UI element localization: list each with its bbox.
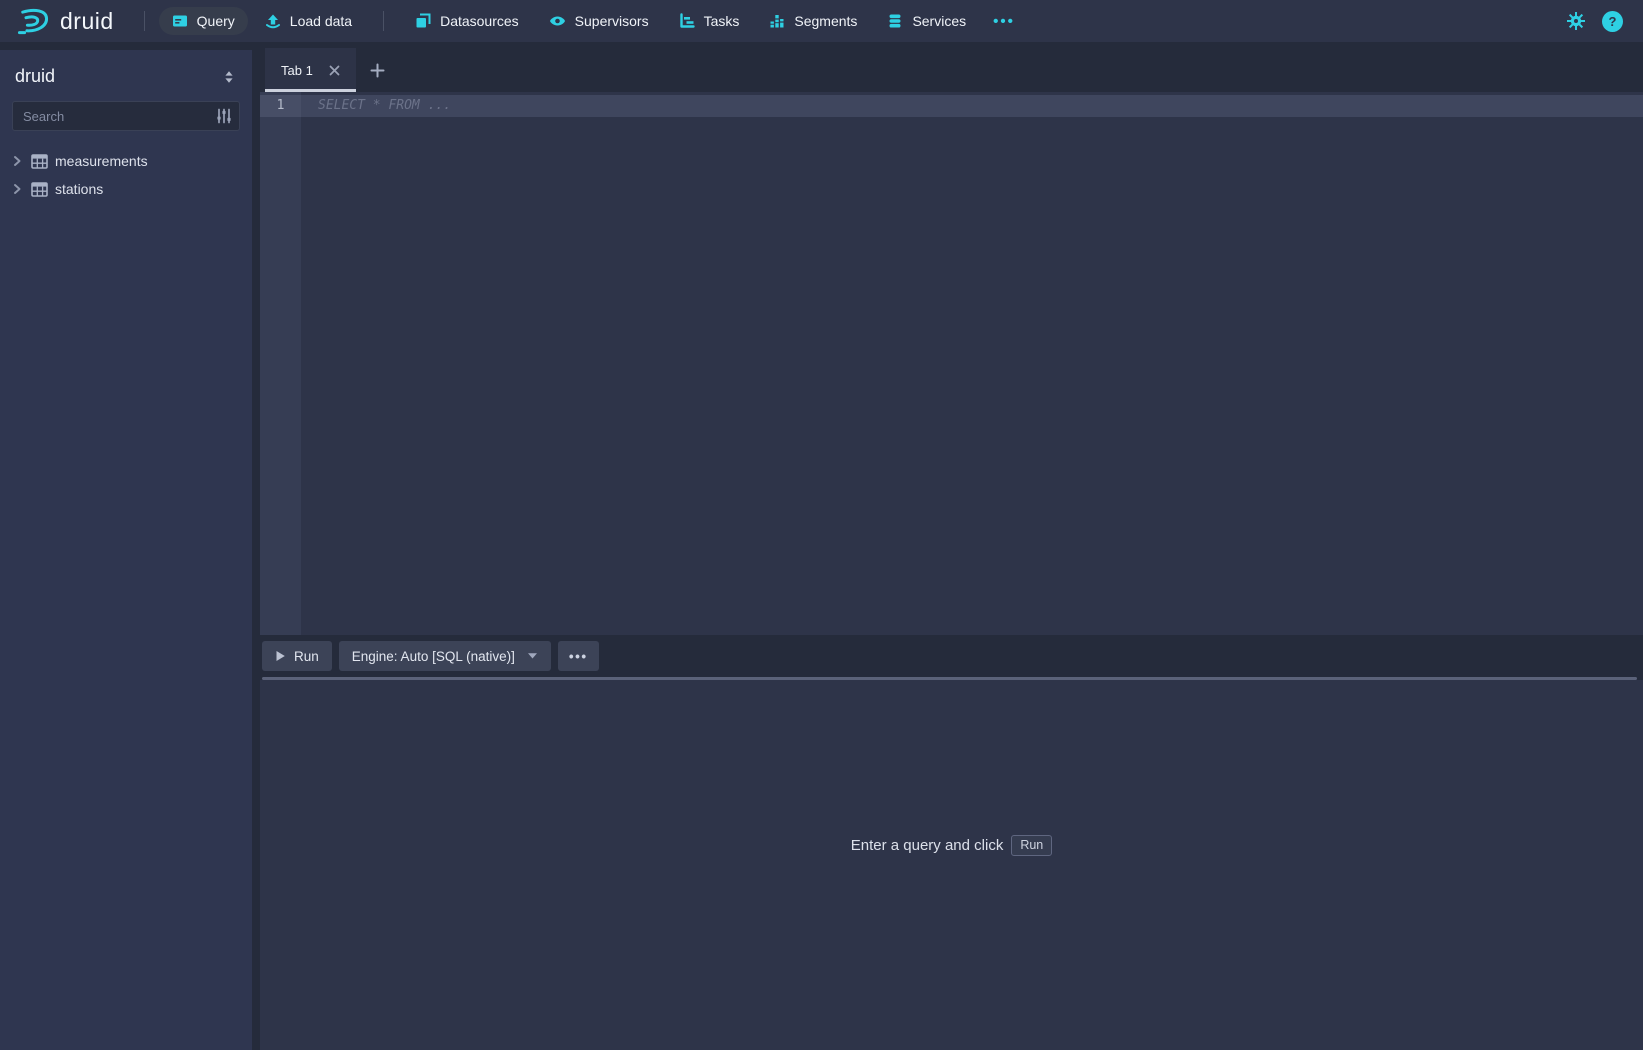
nav-item-segments[interactable]: Segments bbox=[756, 7, 870, 35]
double-caret-icon bbox=[222, 69, 236, 85]
chevron-right-icon[interactable] bbox=[10, 154, 24, 168]
gantt-chart-icon bbox=[679, 13, 695, 29]
nav-label: Query bbox=[197, 13, 235, 29]
active-line-highlight bbox=[301, 95, 1643, 117]
nav-item-load-data[interactable]: Load data bbox=[252, 7, 365, 35]
nav-item-datasources[interactable]: Datasources bbox=[402, 7, 532, 35]
top-navigation-bar: druid Query bbox=[0, 0, 1643, 42]
plus-icon bbox=[370, 63, 385, 78]
settings-button[interactable] bbox=[1558, 7, 1594, 35]
schema-selector[interactable]: druid bbox=[0, 50, 252, 99]
nav-item-services[interactable]: Services bbox=[874, 7, 979, 35]
editor-placeholder: SELECT * FROM ... bbox=[318, 95, 451, 117]
nav-item-query[interactable]: Query bbox=[159, 7, 248, 35]
database-icon bbox=[887, 13, 903, 29]
topbar-divider bbox=[383, 11, 384, 31]
nav-label: Segments bbox=[794, 13, 857, 29]
table-icon bbox=[31, 182, 48, 197]
nav-item-supervisors[interactable]: Supervisors bbox=[536, 7, 662, 35]
run-hint-badge: Run bbox=[1011, 835, 1052, 856]
engine-select-button[interactable]: Engine: Auto [SQL (native)] bbox=[339, 641, 551, 671]
play-icon bbox=[275, 650, 286, 662]
run-toolbar: Run Engine: Auto [SQL (native)] ••• bbox=[260, 635, 1643, 677]
chevron-right-icon[interactable] bbox=[10, 182, 24, 196]
stacked-bar-chart-icon bbox=[769, 13, 785, 29]
nav-label: Supervisors bbox=[575, 13, 649, 29]
stacked-windows-icon bbox=[415, 13, 431, 29]
nav-item-tasks[interactable]: Tasks bbox=[666, 7, 753, 35]
run-more-button[interactable]: ••• bbox=[558, 641, 599, 671]
query-tab-bar: Tab 1 bbox=[260, 42, 1643, 92]
ellipsis-icon: ••• bbox=[569, 649, 588, 664]
brand[interactable]: druid bbox=[14, 7, 114, 35]
brand-wordmark: druid bbox=[60, 8, 114, 35]
add-tab-button[interactable] bbox=[356, 48, 399, 92]
nav-label: Services bbox=[912, 13, 966, 29]
sql-editor[interactable]: 1 SELECT * FROM ... bbox=[260, 92, 1643, 635]
schema-title: druid bbox=[15, 66, 55, 87]
editor-gutter bbox=[260, 92, 301, 635]
search-input[interactable] bbox=[12, 101, 240, 131]
tree-label: stations bbox=[55, 181, 103, 197]
nav-more-button[interactable]: ••• bbox=[983, 7, 1025, 36]
nav-label: Tasks bbox=[704, 13, 740, 29]
schema-sidebar: druid bbox=[0, 50, 252, 1050]
topbar-divider bbox=[144, 11, 145, 31]
tab-tab1[interactable]: Tab 1 bbox=[265, 48, 356, 92]
eye-icon bbox=[549, 13, 566, 29]
run-button[interactable]: Run bbox=[262, 641, 332, 671]
ellipsis-icon: ••• bbox=[993, 13, 1015, 30]
nav-label: Load data bbox=[290, 13, 352, 29]
help-glyph: ? bbox=[1609, 14, 1617, 29]
nav-label: Datasources bbox=[440, 13, 519, 29]
help-icon: ? bbox=[1602, 11, 1623, 32]
table-tree: measurements stations bbox=[0, 141, 252, 209]
table-icon bbox=[31, 154, 48, 169]
filter-sliders-icon[interactable] bbox=[215, 107, 233, 125]
tree-label: measurements bbox=[55, 153, 148, 169]
results-panel: Enter a query and click Run bbox=[260, 680, 1643, 1050]
chevron-down-icon bbox=[527, 652, 538, 660]
line-number: 1 bbox=[260, 95, 301, 117]
run-button-label: Run bbox=[294, 649, 319, 664]
help-button[interactable]: ? bbox=[1594, 7, 1631, 36]
tab-label: Tab 1 bbox=[281, 63, 313, 78]
query-workbench: Tab 1 1 SELECT * FROM ... bbox=[260, 42, 1643, 1050]
console-icon bbox=[172, 13, 188, 29]
druid-console: druid Query bbox=[0, 0, 1643, 1050]
primary-nav: Query Load data bbox=[159, 7, 1025, 36]
druid-logo-icon bbox=[14, 7, 52, 35]
search-box bbox=[12, 101, 240, 131]
upload-icon bbox=[265, 13, 281, 29]
settings-gear-icon bbox=[1566, 11, 1586, 31]
tree-row-measurements[interactable]: measurements bbox=[0, 147, 252, 175]
empty-results-message: Enter a query and click Run bbox=[851, 835, 1053, 856]
message-text: Enter a query and click bbox=[851, 837, 1004, 854]
tree-row-stations[interactable]: stations bbox=[0, 175, 252, 203]
engine-label: Engine: Auto [SQL (native)] bbox=[352, 649, 515, 664]
close-icon[interactable] bbox=[327, 63, 342, 78]
